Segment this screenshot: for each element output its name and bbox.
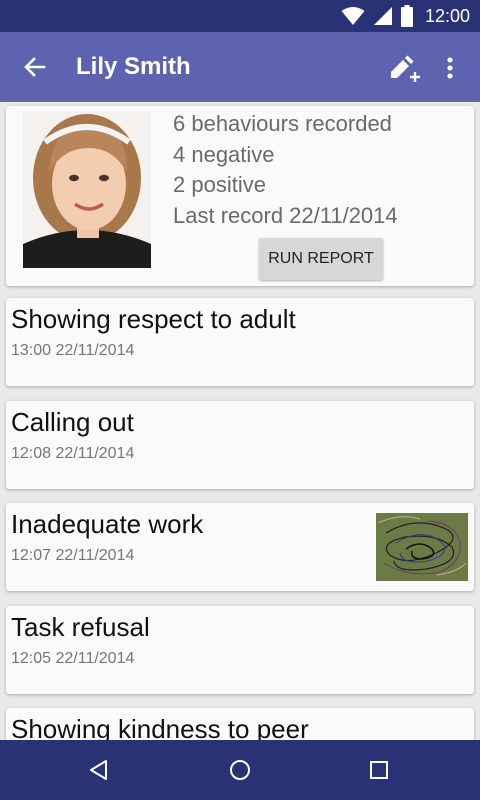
app-bar: Lily Smith [0, 32, 480, 102]
more-options-button[interactable] [437, 50, 463, 86]
status-icons: 12:00 [341, 4, 470, 28]
nav-recents-button[interactable] [361, 752, 397, 788]
last-record-date: Last record 22/11/2014 [173, 203, 398, 228]
record-title: Calling out [11, 407, 134, 437]
record-card-4[interactable]: Task refusal 12:05 22/11/2014 [6, 606, 474, 694]
record-title: Task refusal [11, 612, 150, 642]
scribble-image [376, 513, 468, 581]
system-nav-bar [0, 740, 480, 800]
record-title: Showing respect to adult [11, 304, 296, 334]
record-title: Showing kindness to peer [11, 714, 309, 740]
behaviours-count: 6 behaviours recorded [173, 111, 392, 136]
status-time: 12:00 [424, 5, 470, 26]
record-title: Inadequate work [11, 509, 204, 539]
record-card-2[interactable]: Calling out 12:08 22/11/2014 [6, 401, 474, 489]
avatar [23, 112, 151, 268]
more-vert-icon [447, 57, 453, 79]
nav-back-button[interactable] [81, 752, 117, 788]
battery-icon [400, 5, 413, 27]
nav-back-icon [90, 760, 107, 780]
child-photo [23, 112, 151, 268]
record-card-3[interactable]: Inadequate work 12:07 22/11/2014 [6, 503, 474, 591]
negative-count: 4 negative [173, 142, 275, 167]
nav-home-button[interactable] [222, 752, 258, 788]
record-photo-thumbnail[interactable] [376, 513, 468, 581]
record-time: 12:08 22/11/2014 [11, 445, 135, 462]
signal-icon [373, 7, 392, 25]
profile-card: 6 behaviours recorded 4 negative 2 posit… [6, 106, 474, 286]
page-title: Lily Smith [76, 53, 191, 80]
record-card-1[interactable]: Showing respect to adult 13:00 22/11/201… [6, 298, 474, 386]
record-time: 12:07 22/11/2014 [11, 547, 135, 564]
record-time: 13:00 22/11/2014 [11, 342, 135, 359]
run-report-button[interactable]: RUN REPORT [259, 238, 383, 280]
nav-recents-icon [370, 761, 388, 779]
content-list[interactable]: 6 behaviours recorded 4 negative 2 posit… [0, 102, 480, 740]
back-arrow-icon [24, 57, 46, 77]
add-record-button[interactable] [386, 50, 422, 86]
back-button[interactable] [18, 50, 52, 84]
nav-home-icon [230, 760, 250, 780]
record-time: 12:05 22/11/2014 [11, 650, 135, 667]
positive-count: 2 positive [173, 172, 266, 197]
wifi-icon [341, 7, 365, 25]
record-card-5[interactable]: Showing kindness to peer [6, 708, 474, 740]
status-bar: 12:00 [0, 0, 480, 32]
add-record-icon [391, 55, 420, 82]
